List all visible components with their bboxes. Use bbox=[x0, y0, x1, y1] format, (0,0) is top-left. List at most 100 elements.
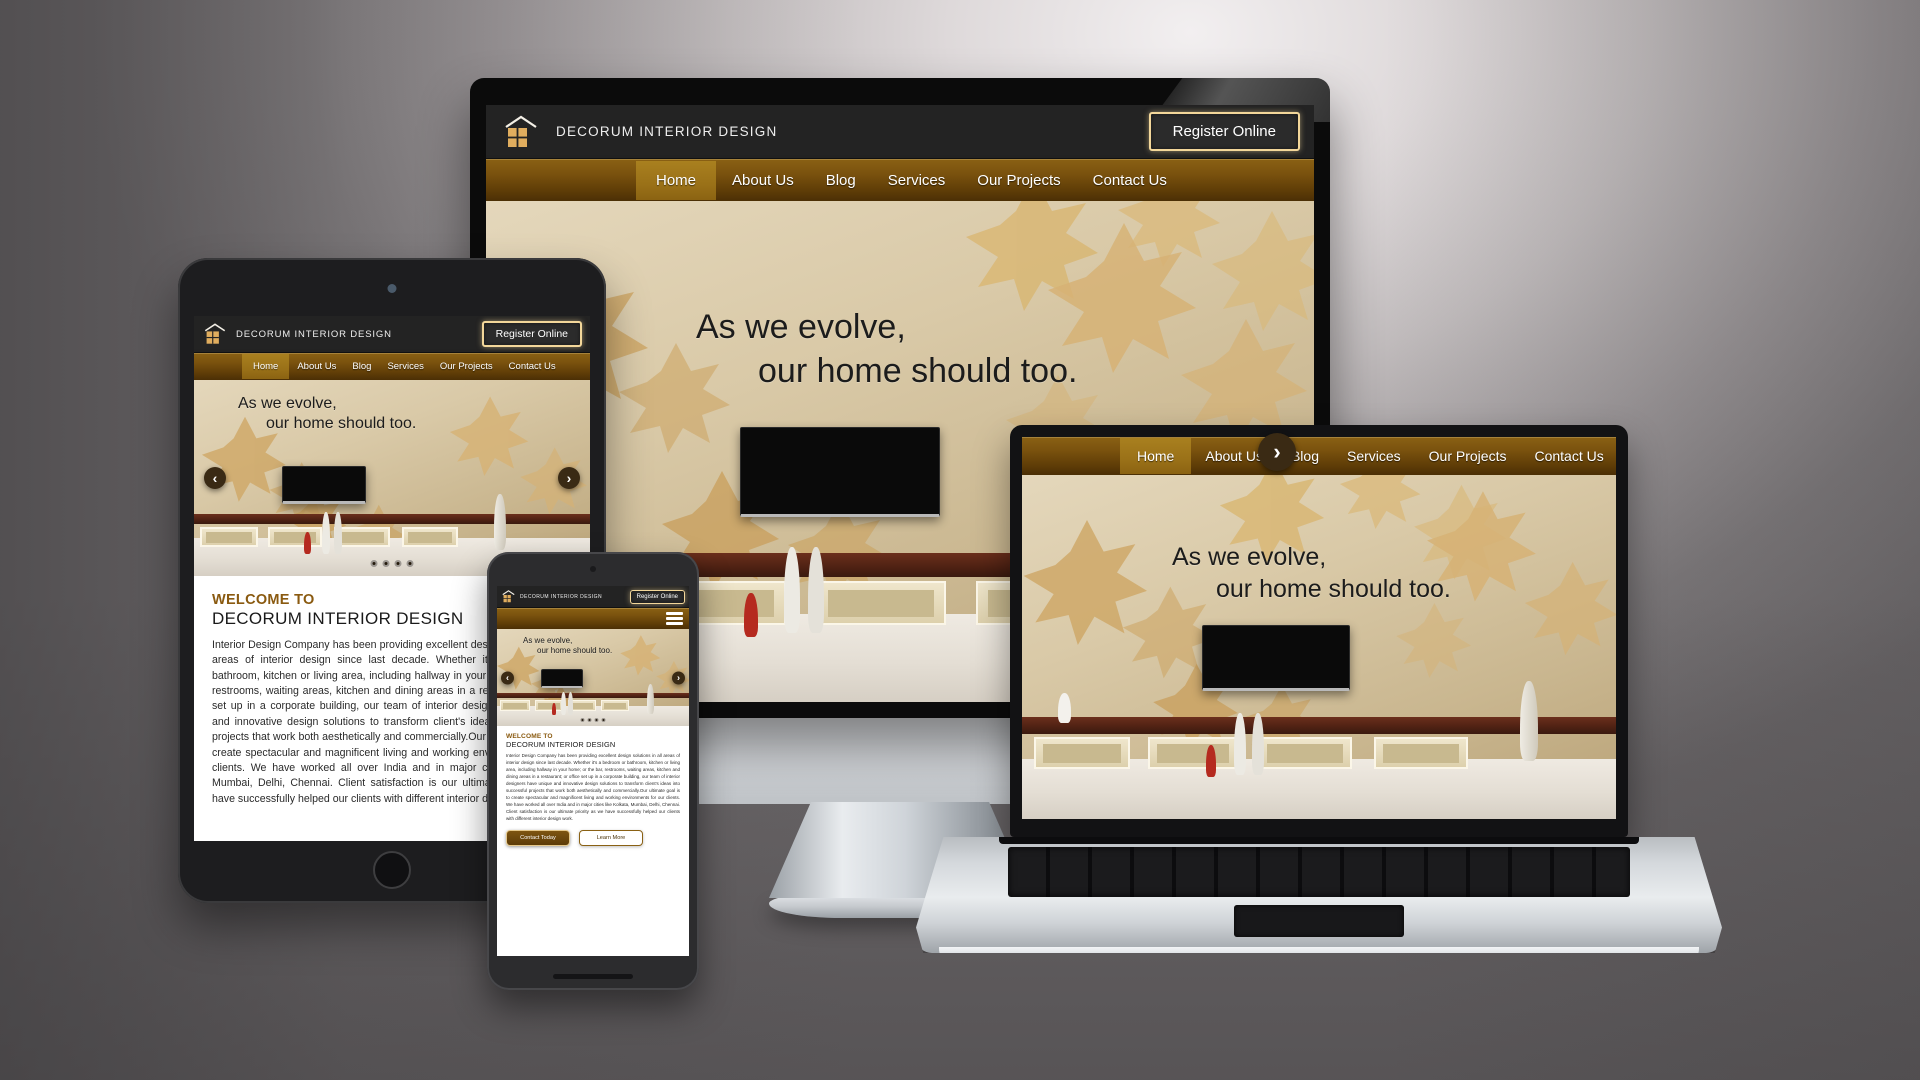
brand-name: DECORUM INTERIOR DESIGN bbox=[556, 124, 778, 139]
register-online-button[interactable]: Register Online bbox=[1148, 112, 1300, 151]
nav-item-blog[interactable]: Blog bbox=[810, 161, 872, 200]
nav-item-about-us[interactable]: About Us bbox=[716, 161, 810, 200]
nav-item-contact-us[interactable]: Contact Us bbox=[501, 354, 564, 379]
nav-item-services[interactable]: Services bbox=[872, 161, 962, 200]
cabinet bbox=[268, 527, 322, 547]
logo-icon[interactable] bbox=[502, 590, 515, 603]
register-online-button[interactable]: Register Online bbox=[481, 321, 582, 347]
wall-tv bbox=[282, 466, 366, 504]
cabinet bbox=[1148, 737, 1238, 769]
cabinet bbox=[500, 700, 530, 711]
laptop-trackpad[interactable] bbox=[1234, 905, 1404, 937]
brand-name: DECORUM INTERIOR DESIGN bbox=[520, 593, 603, 600]
register-online-button[interactable]: Register Online bbox=[629, 589, 685, 604]
tagline-line-1: As we evolve, bbox=[1172, 543, 1327, 571]
phone-home-bar[interactable] bbox=[553, 974, 633, 979]
nav-item-our-projects[interactable]: Our Projects bbox=[432, 354, 501, 379]
nav-item-contact-us[interactable]: Contact Us bbox=[1520, 438, 1616, 474]
slider-dot[interactable] bbox=[601, 718, 606, 722]
hamburger-menu-icon[interactable] bbox=[666, 612, 683, 625]
tagline-line-2: our home should too. bbox=[266, 415, 417, 433]
laptop-keyboard[interactable] bbox=[1008, 847, 1630, 897]
wall-tv bbox=[740, 427, 940, 517]
nav-item-home[interactable]: Home bbox=[636, 160, 717, 200]
hero-slider-laptop: As we evolve, our home should too. bbox=[1022, 475, 1616, 819]
hero-slider-tablet: As we evolve, our home should too. ‹ › bbox=[194, 380, 590, 576]
decor-vase-red bbox=[304, 532, 311, 554]
device-laptop: Home About Us Blog Services Our Projects… bbox=[916, 425, 1722, 953]
welcome-section-mobile: WELCOME TO DECORUM INTERIOR DESIGN Inter… bbox=[497, 726, 689, 956]
website-laptop: Home About Us Blog Services Our Projects… bbox=[1022, 437, 1616, 819]
slider-prev-button[interactable]: ‹ bbox=[501, 671, 514, 684]
tagline-line-2: our home should too. bbox=[758, 351, 1078, 390]
slider-dot[interactable] bbox=[406, 560, 414, 567]
main-navigation-laptop: Home About Us Blog Services Our Projects… bbox=[1022, 437, 1616, 475]
decor-vase-white bbox=[1234, 713, 1246, 775]
nav-item-blog[interactable]: Blog bbox=[344, 354, 379, 379]
site-header-mobile: DECORUM INTERIOR DESIGN Register Online bbox=[497, 586, 689, 608]
slider-next-button[interactable]: › bbox=[672, 671, 685, 684]
cabinet bbox=[1258, 737, 1352, 769]
nav-item-our-projects[interactable]: Our Projects bbox=[961, 161, 1076, 200]
cta-button-row: Contact Today Learn More bbox=[506, 829, 680, 846]
cabinet bbox=[402, 527, 458, 547]
hero-tagline: As we evolve, our home should too. bbox=[696, 306, 1077, 393]
website-mobile: DECORUM INTERIOR DESIGN Register Online bbox=[497, 586, 689, 956]
slider-dots bbox=[370, 560, 414, 567]
decor-vase-tall bbox=[494, 494, 506, 550]
welcome-heading: DECORUM INTERIOR DESIGN bbox=[506, 740, 616, 749]
nav-item-services[interactable]: Services bbox=[379, 354, 431, 379]
slider-dot[interactable] bbox=[394, 560, 402, 567]
contact-today-button[interactable]: Contact Today bbox=[506, 829, 570, 846]
logo-icon[interactable] bbox=[504, 115, 538, 149]
welcome-eyebrow: WELCOME TO bbox=[506, 733, 553, 740]
device-smartphone: DECORUM INTERIOR DESIGN Register Online bbox=[487, 552, 699, 990]
logo-icon[interactable] bbox=[204, 323, 226, 345]
tagline-line-1: As we evolve, bbox=[238, 395, 337, 412]
slider-dot[interactable] bbox=[587, 718, 592, 722]
hero-tagline: As we evolve, our home should too. bbox=[238, 394, 416, 435]
main-navigation-mobile bbox=[497, 608, 689, 629]
nav-item-our-projects[interactable]: Our Projects bbox=[1415, 438, 1521, 474]
decor-vase-white bbox=[568, 692, 573, 715]
tablet-home-button[interactable] bbox=[373, 851, 411, 889]
decor-vase-tall bbox=[1520, 681, 1538, 761]
laptop-lid: Home About Us Blog Services Our Projects… bbox=[1010, 425, 1628, 837]
laptop-hinge bbox=[999, 837, 1639, 844]
nav-item-services[interactable]: Services bbox=[1333, 438, 1415, 474]
main-navigation-tablet: Home About Us Blog Services Our Projects… bbox=[194, 353, 590, 380]
decor-vase-red bbox=[744, 593, 758, 637]
nav-item-home[interactable]: Home bbox=[242, 354, 290, 379]
slider-prev-button[interactable]: ‹ bbox=[204, 467, 226, 489]
decor-vase-red bbox=[552, 703, 556, 715]
tablet-camera-icon bbox=[387, 284, 397, 293]
tagline-line-1: As we evolve, bbox=[696, 308, 906, 346]
hero-tagline: As we evolve, our home should too. bbox=[523, 636, 612, 656]
nav-item-contact-us[interactable]: Contact Us bbox=[1077, 161, 1183, 200]
cabinet bbox=[334, 527, 390, 547]
nav-item-about-us[interactable]: About Us bbox=[289, 354, 344, 379]
decor-vase-white bbox=[1252, 713, 1264, 775]
tagline-line-1: As we evolve, bbox=[523, 636, 573, 645]
wall-tv bbox=[1202, 625, 1350, 691]
tagline-line-2: our home should too. bbox=[537, 646, 613, 656]
main-navigation-desktop: Home About Us Blog Services Our Projects… bbox=[486, 159, 1314, 201]
slider-dot[interactable] bbox=[580, 718, 585, 722]
decor-vase-white bbox=[784, 547, 800, 633]
laptop-base bbox=[916, 837, 1722, 953]
decor-vase-white bbox=[334, 512, 342, 554]
cabinet bbox=[535, 700, 563, 711]
cabinet bbox=[816, 581, 946, 625]
slider-dot[interactable] bbox=[382, 560, 390, 567]
nav-item-home[interactable]: Home bbox=[1120, 438, 1192, 474]
slider-dot[interactable] bbox=[370, 560, 378, 567]
cabinet bbox=[1034, 737, 1130, 769]
tagline-line-2: our home should too. bbox=[1216, 575, 1451, 603]
slider-next-button[interactable]: › bbox=[1258, 432, 1296, 471]
hero-slider-mobile: As we evolve, our home should too. ‹ › bbox=[497, 629, 689, 726]
learn-more-button[interactable]: Learn More bbox=[579, 829, 643, 846]
slider-dot[interactable] bbox=[594, 718, 599, 722]
decor-vase bbox=[1058, 693, 1071, 723]
slider-next-button[interactable]: › bbox=[558, 467, 580, 489]
cabinet bbox=[200, 527, 258, 547]
